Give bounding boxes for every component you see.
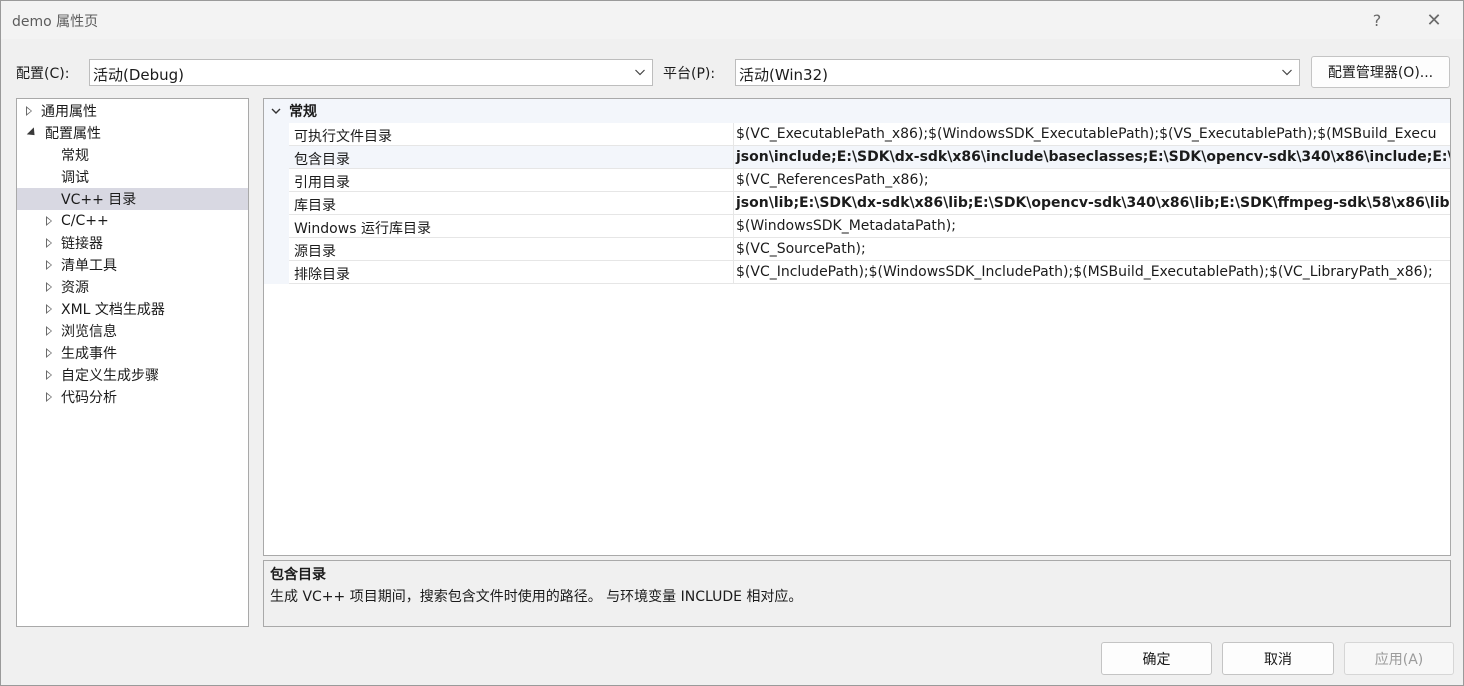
property-value[interactable]: $(VC_SourcePath); bbox=[736, 241, 866, 257]
row-gutter bbox=[264, 238, 289, 261]
row-gutter bbox=[264, 146, 289, 169]
property-name: Windows 运行库目录 bbox=[294, 221, 431, 237]
row-gutter bbox=[264, 123, 289, 146]
tree-item-label: 代码分析 bbox=[61, 390, 117, 406]
tree-item-label: 清单工具 bbox=[61, 258, 117, 274]
tree-item-label: 调试 bbox=[61, 170, 89, 186]
config-dropdown[interactable]: 活动(Debug) bbox=[89, 59, 653, 86]
expand-arrow-icon[interactable] bbox=[46, 348, 52, 358]
config-dropdown-value: 活动(Debug) bbox=[93, 66, 185, 84]
tree-item-label: VC++ 目录 bbox=[61, 192, 137, 208]
tree-item[interactable]: XML 文档生成器 bbox=[17, 298, 248, 320]
property-row[interactable]: Windows 运行库目录 $(WindowsSDK_MetadataPath); bbox=[264, 215, 1450, 238]
expand-arrow-icon[interactable] bbox=[46, 370, 52, 380]
title-bar: demo 属性页 ? ✕ bbox=[1, 1, 1463, 39]
platform-label: 平台(P): bbox=[663, 66, 716, 82]
ok-button[interactable]: 确定 bbox=[1101, 642, 1212, 675]
property-name: 排除目录 bbox=[294, 267, 350, 283]
cancel-button[interactable]: 取消 bbox=[1222, 642, 1334, 675]
tree-item[interactable]: 生成事件 bbox=[17, 342, 248, 364]
config-label: 配置(C): bbox=[16, 66, 70, 82]
expand-arrow-icon[interactable] bbox=[46, 392, 52, 402]
property-name: 源目录 bbox=[294, 244, 336, 260]
expand-arrow-icon[interactable] bbox=[46, 216, 52, 226]
expand-arrow-icon[interactable] bbox=[46, 238, 52, 248]
tree-item[interactable]: 浏览信息 bbox=[17, 320, 248, 342]
tree-item-label: XML 文档生成器 bbox=[61, 302, 165, 318]
tree-item-label: 常规 bbox=[61, 148, 89, 164]
property-value[interactable]: $(WindowsSDK_MetadataPath); bbox=[736, 218, 956, 234]
property-row[interactable]: 库目录 json\lib;E:\SDK\dx-sdk\x86\lib;E:\SDK… bbox=[264, 192, 1450, 215]
property-pages-dialog: demo 属性页 ? ✕ 配置(C): 活动(Debug) 平台(P): 活动(… bbox=[0, 0, 1464, 686]
tree-item[interactable]: 常规 bbox=[17, 144, 248, 166]
tree-item[interactable]: 通用属性 bbox=[17, 100, 248, 122]
tree-item-label: 资源 bbox=[61, 280, 89, 296]
category-label: 常规 bbox=[289, 104, 317, 120]
row-gutter bbox=[264, 192, 289, 215]
chevron-down-icon bbox=[635, 69, 645, 76]
platform-dropdown-value: 活动(Win32) bbox=[739, 66, 828, 84]
row-gutter bbox=[264, 169, 289, 192]
tree-item-label: C/C++ bbox=[61, 213, 109, 229]
apply-button[interactable]: 应用(A) bbox=[1344, 642, 1454, 675]
tree-item[interactable]: 清单工具 bbox=[17, 254, 248, 276]
row-gutter bbox=[264, 215, 289, 238]
chevron-down-icon[interactable] bbox=[270, 105, 282, 117]
tree-item[interactable]: VC++ 目录 bbox=[17, 188, 248, 210]
chevron-down-icon bbox=[1282, 69, 1292, 76]
tree-item[interactable]: 链接器 bbox=[17, 232, 248, 254]
tree-item-label: 浏览信息 bbox=[61, 324, 117, 340]
property-tree: 通用属性配置属性常规调试 VC++ 目录 C/C++ 链接器清单工具资源 XML 文档生… bbox=[16, 98, 249, 627]
property-row[interactable]: 排除目录 $(VC_IncludePath);$(WindowsSDK_Inclu… bbox=[264, 261, 1450, 284]
property-row[interactable]: 包含目录 json\include;E:\SDK\dx-sdk\x86\inclu… bbox=[264, 146, 1450, 169]
tree-item-label: 链接器 bbox=[61, 236, 103, 252]
tree-item[interactable]: C/C++ bbox=[17, 210, 248, 232]
description-title: 包含目录 bbox=[270, 567, 326, 583]
config-manager-button[interactable]: 配置管理器(O)... bbox=[1311, 56, 1450, 88]
expand-arrow-icon[interactable] bbox=[46, 282, 52, 292]
help-icon[interactable]: ? bbox=[1362, 5, 1392, 35]
property-row[interactable]: 引用目录 $(VC_ReferencesPath_x86); bbox=[264, 169, 1450, 192]
tree-item[interactable]: 自定义生成步骤 bbox=[17, 364, 248, 386]
tree-item[interactable]: 代码分析 bbox=[17, 386, 248, 408]
tree-item[interactable]: 资源 bbox=[17, 276, 248, 298]
collapse-arrow-icon[interactable] bbox=[26, 127, 39, 139]
platform-dropdown[interactable]: 活动(Win32) bbox=[735, 59, 1300, 86]
property-row[interactable]: 可执行文件目录 $(VC_ExecutablePath_x86);$(Window… bbox=[264, 123, 1450, 146]
property-value[interactable]: $(VC_IncludePath);$(WindowsSDK_IncludePa… bbox=[736, 264, 1433, 280]
close-icon[interactable]: ✕ bbox=[1419, 5, 1449, 35]
property-value[interactable]: $(VC_ReferencesPath_x86); bbox=[736, 172, 929, 188]
row-gutter bbox=[264, 261, 289, 284]
window-title: demo 属性页 bbox=[12, 14, 99, 30]
tree-item-label: 生成事件 bbox=[61, 346, 117, 362]
property-value[interactable]: json\include;E:\SDK\dx-sdk\x86\include\b… bbox=[736, 149, 1450, 165]
tree-item-label: 通用属性 bbox=[41, 104, 97, 120]
expand-arrow-icon[interactable] bbox=[46, 260, 52, 270]
property-value[interactable]: $(VC_ExecutablePath_x86);$(WindowsSDK_Ex… bbox=[736, 126, 1437, 142]
expand-arrow-icon[interactable] bbox=[26, 106, 32, 116]
property-name: 可执行文件目录 bbox=[294, 129, 392, 145]
property-value[interactable]: json\lib;E:\SDK\dx-sdk\x86\lib;E:\SDK\op… bbox=[736, 195, 1450, 211]
description-pane: 包含目录 生成 VC++ 项目期间，搜索包含文件时使用的路径。 与环境变量 IN… bbox=[263, 560, 1451, 627]
property-row[interactable]: 源目录 $(VC_SourcePath); bbox=[264, 238, 1450, 261]
property-name: 包含目录 bbox=[294, 152, 350, 168]
tree-item-label: 配置属性 bbox=[45, 126, 101, 142]
description-text: 生成 VC++ 项目期间，搜索包含文件时使用的路径。 与环境变量 INCLUDE… bbox=[270, 589, 803, 605]
category-header[interactable]: 常规 bbox=[264, 99, 1450, 123]
expand-arrow-icon[interactable] bbox=[46, 326, 52, 336]
expand-arrow-icon[interactable] bbox=[46, 304, 52, 314]
property-name: 引用目录 bbox=[294, 175, 350, 191]
property-grid: 常规 可执行文件目录 $(VC_ExecutablePath_x86);$(Win… bbox=[263, 98, 1451, 556]
tree-item[interactable]: 调试 bbox=[17, 166, 248, 188]
property-name: 库目录 bbox=[294, 198, 336, 214]
tree-item[interactable]: 配置属性 bbox=[17, 122, 248, 144]
column-splitter[interactable] bbox=[733, 123, 734, 284]
tree-item-label: 自定义生成步骤 bbox=[61, 368, 159, 384]
